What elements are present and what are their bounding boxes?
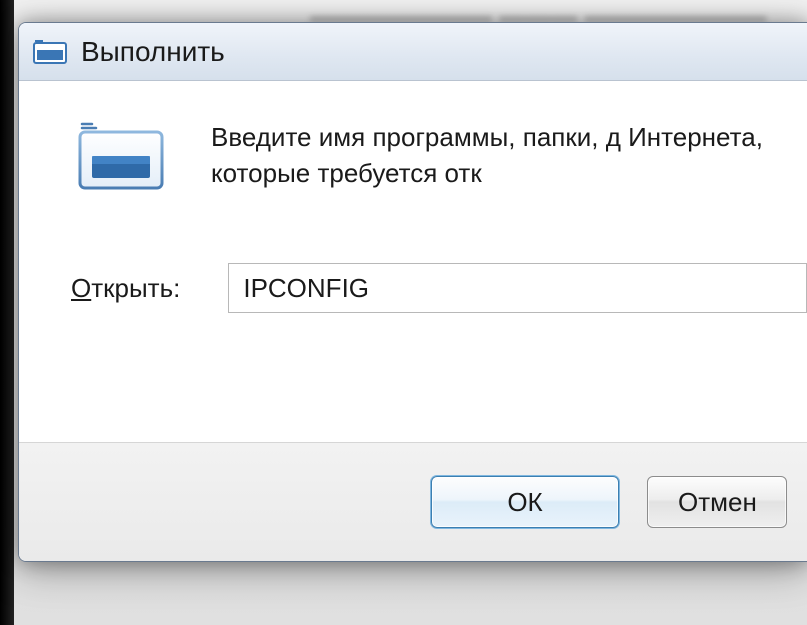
open-input[interactable] <box>228 263 807 313</box>
run-large-icon <box>71 119 171 199</box>
button-panel: ОК Отмен <box>19 443 807 561</box>
open-label: Открыть: <box>71 273 180 304</box>
window-title: Выполнить <box>81 36 225 68</box>
description-text: Введите имя программы, папки, д Интернет… <box>211 119 771 192</box>
background-blurred-text: ▬▬▬▬▬▬▬ ▬▬▬ ▬▬▬▬▬▬▬ <box>310 0 807 22</box>
ok-button[interactable]: ОК <box>431 476 619 528</box>
client-area: Введите имя программы, папки, д Интернет… <box>19 81 807 443</box>
cancel-button[interactable]: Отмен <box>647 476 787 528</box>
run-dialog-window: Выполнить <box>18 22 807 562</box>
run-small-icon <box>33 38 67 66</box>
titlebar[interactable]: Выполнить <box>19 23 807 81</box>
